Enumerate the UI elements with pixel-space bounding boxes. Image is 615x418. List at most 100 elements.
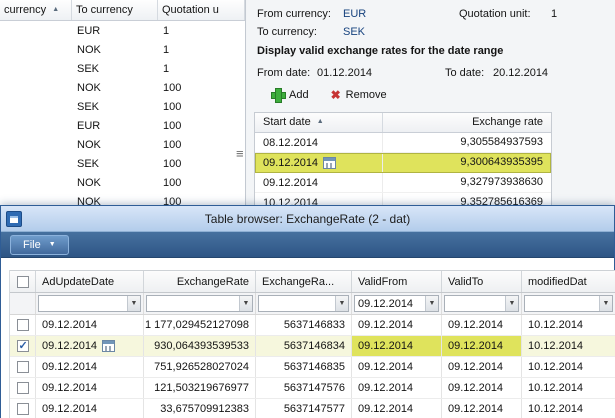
modifieddate-cell[interactable]: 10.12.2014 xyxy=(522,357,615,377)
validfrom-cell[interactable]: 09.12.2014 xyxy=(352,315,442,335)
exchangerecid-cell[interactable]: 5637146835 xyxy=(256,357,352,377)
filter-validfrom[interactable]: 09.12.2014 ▼ xyxy=(352,293,442,314)
start-date-cell[interactable]: 08.12.2014 xyxy=(255,133,383,152)
adupdatedate-cell[interactable]: 09.12.2014 xyxy=(36,336,144,356)
exchangerate-cell[interactable]: 121,503219676977 xyxy=(144,378,256,398)
row-checkbox[interactable] xyxy=(16,319,29,331)
dropdown-arrow-icon[interactable]: ▼ xyxy=(239,296,252,311)
from-currency-value[interactable]: EUR xyxy=(343,8,366,20)
exchangerate-cell[interactable]: 33,675709912383 xyxy=(144,399,256,418)
col-validfrom[interactable]: ValidFrom xyxy=(352,271,442,292)
row-select-cell[interactable] xyxy=(10,399,36,418)
splitter-grip[interactable]: ≡ xyxy=(236,146,244,161)
select-all-checkbox[interactable] xyxy=(16,275,29,288)
filter-exchangerecid[interactable]: ▼ xyxy=(256,293,352,314)
row-checkbox[interactable] xyxy=(16,361,29,373)
exchange-rate-cell[interactable]: 9,305584937593 xyxy=(383,133,551,152)
col-exchange-rate[interactable]: Exchange rate xyxy=(383,113,551,132)
currency-pair-row[interactable]: SEK 1 xyxy=(0,59,245,78)
row-select-cell[interactable] xyxy=(10,378,36,398)
table-row[interactable]: 09.12.2014 121,503219676977 5637147576 09.1… xyxy=(10,378,615,399)
exchangerecid-cell[interactable]: 5637146833 xyxy=(256,315,352,335)
filter-validfrom-value[interactable]: 09.12.2014 xyxy=(358,298,413,310)
start-date-cell[interactable]: 09.12.2014 xyxy=(255,173,383,192)
dropdown-arrow-icon[interactable]: ▼ xyxy=(505,296,518,311)
start-date-cell[interactable]: 09.12.2014 xyxy=(255,153,383,172)
adupdatedate-cell[interactable]: 09.12.2014 xyxy=(36,315,144,335)
validto-cell[interactable]: 09.12.2014 xyxy=(442,399,522,418)
exchange-rate-row[interactable]: 09.12.2014 9,300643935395 xyxy=(255,153,551,173)
quotation-cell[interactable]: 100 xyxy=(158,120,245,132)
quotation-cell[interactable]: 1 xyxy=(158,25,245,37)
col-quotation-unit[interactable]: Quotation u xyxy=(158,0,245,20)
col-from-currency[interactable]: currency ▲ xyxy=(0,0,72,20)
to-currency-cell[interactable]: NOK xyxy=(72,44,158,56)
filter-adupdatedate[interactable]: ▼ xyxy=(36,293,144,314)
quotation-cell[interactable]: 100 xyxy=(158,139,245,151)
dropdown-arrow-icon[interactable]: ▼ xyxy=(425,296,438,311)
row-checkbox[interactable] xyxy=(16,403,29,415)
validto-cell[interactable]: 09.12.2014 xyxy=(442,357,522,377)
row-select-cell[interactable] xyxy=(10,357,36,377)
row-checkbox[interactable] xyxy=(16,339,29,352)
exchange-rate-cell[interactable]: 9,327973938630 xyxy=(383,173,551,192)
currency-pair-row[interactable]: NOK 1 xyxy=(0,40,245,59)
from-date-value[interactable]: 01.12.2014 xyxy=(317,67,372,79)
table-row[interactable]: 09.12.2014 33,675709912383 5637147577 09.12… xyxy=(10,399,615,418)
adupdatedate-cell[interactable]: 09.12.2014 xyxy=(36,378,144,398)
exchange-rate-row[interactable]: 08.12.2014 9,305584937593 xyxy=(255,133,551,153)
remove-button[interactable]: ✖ Remove xyxy=(331,89,387,101)
validto-cell[interactable]: 09.12.2014 xyxy=(442,336,522,356)
exchangerecid-cell[interactable]: 5637147576 xyxy=(256,378,352,398)
currency-pair-row[interactable]: SEK 100 xyxy=(0,154,245,173)
adupdatedate-cell[interactable]: 09.12.2014 xyxy=(36,357,144,377)
col-exchangerate[interactable]: ExchangeRate xyxy=(144,271,256,292)
exchangerecid-cell[interactable]: 5637146834 xyxy=(256,336,352,356)
col-modifieddate[interactable]: modifiedDat xyxy=(522,271,615,292)
currency-pair-row[interactable]: NOK 100 xyxy=(0,135,245,154)
quotation-cell[interactable]: 100 xyxy=(158,82,245,94)
to-currency-cell[interactable]: SEK xyxy=(72,101,158,113)
to-currency-cell[interactable]: EUR xyxy=(72,120,158,132)
validto-cell[interactable]: 09.12.2014 xyxy=(442,315,522,335)
row-select-cell[interactable] xyxy=(10,315,36,335)
add-button[interactable]: Add xyxy=(271,88,309,103)
col-adupdatedate[interactable]: AdUpdateDate xyxy=(36,271,144,292)
validfrom-cell[interactable]: 09.12.2014 xyxy=(352,399,442,418)
calendar-icon[interactable] xyxy=(102,340,116,352)
titlebar[interactable]: Table browser: ExchangeRate (2 - dat) xyxy=(1,206,614,232)
row-checkbox[interactable] xyxy=(16,382,29,394)
to-currency-cell[interactable]: EUR xyxy=(72,25,158,37)
dropdown-arrow-icon[interactable]: ▼ xyxy=(127,296,140,311)
filter-exchangerate[interactable]: ▼ xyxy=(144,293,256,314)
currency-pair-row[interactable]: SEK 100 xyxy=(0,97,245,116)
table-row[interactable]: 09.12.2014930,064393539533563714683409.1… xyxy=(10,336,615,357)
adupdatedate-cell[interactable]: 09.12.2014 xyxy=(36,399,144,418)
exchangerate-cell[interactable]: 930,064393539533 xyxy=(144,336,256,356)
calendar-icon[interactable] xyxy=(323,156,337,169)
to-currency-cell[interactable]: SEK xyxy=(72,158,158,170)
validfrom-cell[interactable]: 09.12.2014 xyxy=(352,378,442,398)
exchange-rate-row[interactable]: 09.12.2014 9,327973938630 xyxy=(255,173,551,193)
exchange-rate-cell[interactable]: 9,300643935395 xyxy=(383,153,551,172)
quotation-cell[interactable]: 100 xyxy=(158,101,245,113)
col-validto[interactable]: ValidTo xyxy=(442,271,522,292)
currency-pair-row[interactable]: NOK 100 xyxy=(0,173,245,192)
quotation-cell[interactable]: 1 xyxy=(158,63,245,75)
currency-pair-row[interactable]: NOK 100 xyxy=(0,78,245,97)
to-currency-cell[interactable]: NOK xyxy=(72,82,158,94)
dropdown-arrow-icon[interactable]: ▼ xyxy=(599,296,612,311)
filter-modifieddate[interactable]: ▼ xyxy=(522,293,615,314)
currency-pair-row[interactable]: EUR 1 xyxy=(0,21,245,40)
to-date-value[interactable]: 20.12.2014 xyxy=(493,67,548,79)
validto-cell[interactable]: 09.12.2014 xyxy=(442,378,522,398)
to-currency-value[interactable]: SEK xyxy=(343,26,365,38)
table-row[interactable]: 09.12.2014 1 177,029452127098 5637146833 09… xyxy=(10,315,615,336)
dropdown-arrow-icon[interactable]: ▼ xyxy=(335,296,348,311)
quotation-cell[interactable]: 100 xyxy=(158,158,245,170)
quotation-cell[interactable]: 100 xyxy=(158,177,245,189)
modifieddate-cell[interactable]: 10.12.2014 xyxy=(522,399,615,418)
modifieddate-cell[interactable]: 10.12.2014 xyxy=(522,315,615,335)
col-to-currency[interactable]: To currency xyxy=(72,0,158,20)
modifieddate-cell[interactable]: 10.12.2014 xyxy=(522,336,615,356)
